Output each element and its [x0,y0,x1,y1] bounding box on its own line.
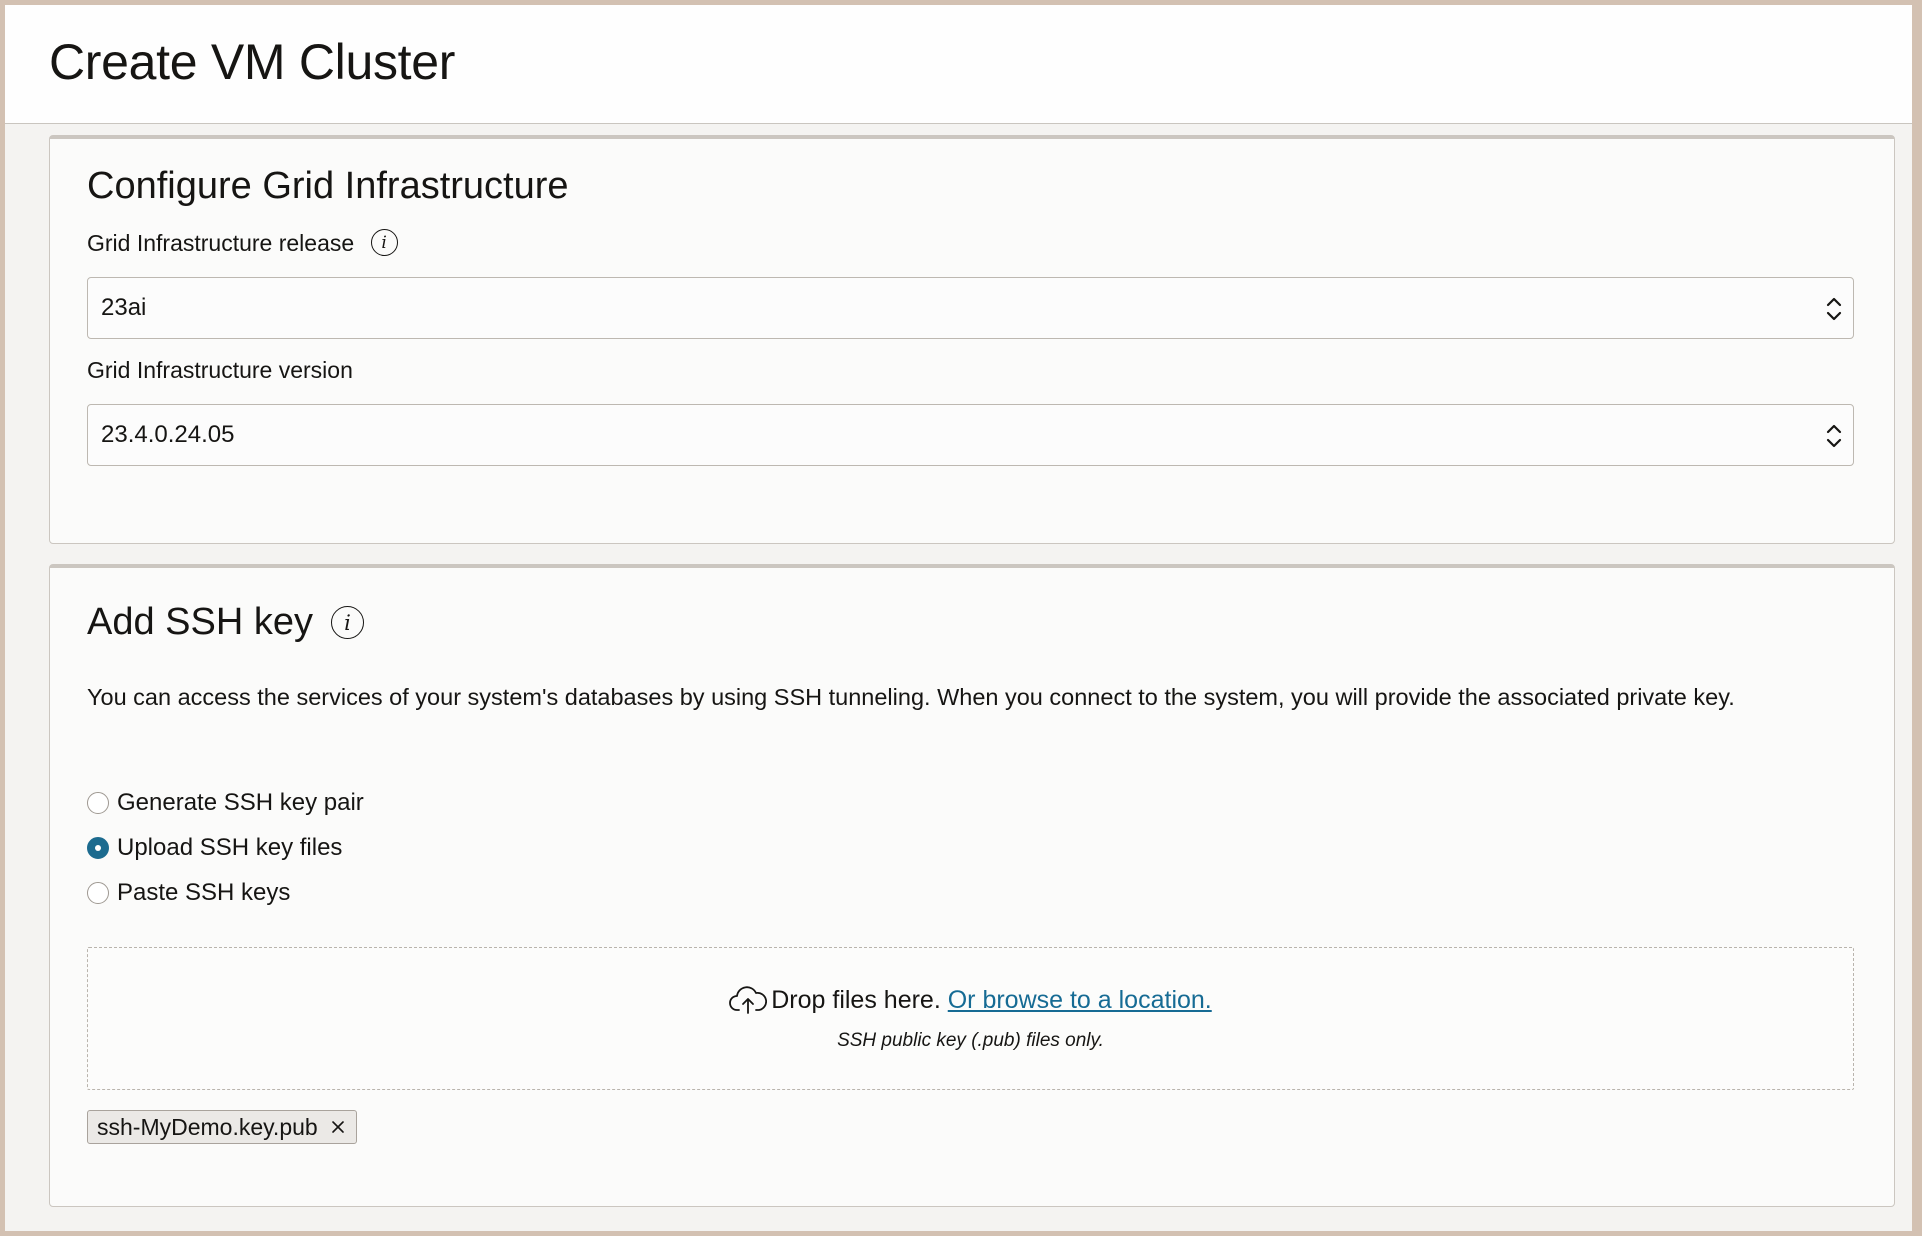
dropzone-hint: SSH public key (.pub) files only. [837,1030,1104,1051]
grid-version-label: Grid Infrastructure version [87,357,353,383]
info-icon[interactable]: i [331,606,364,639]
info-icon[interactable]: i [370,229,398,257]
radio-label: Generate SSH key pair [117,789,364,816]
radio-label: Upload SSH key files [117,834,343,861]
radio-label: Paste SSH keys [117,879,291,906]
radio-upload-ssh-key-files[interactable]: Upload SSH key files [87,834,342,862]
grid-release-label-row: Grid Infrastructure release i [87,229,398,257]
grid-infrastructure-panel: Configure Grid Infrastructure Grid Infra… [49,135,1895,544]
grid-release-select[interactable]: 23ai [87,277,1854,339]
ssh-section-header: Add SSH key i [87,601,364,644]
dialog-window: Create VM Cluster Configure Grid Infrast… [5,5,1912,1231]
grid-version-value: 23.4.0.24.05 [101,421,235,448]
dropzone-text: Drop files here. [771,986,941,1014]
cloud-upload-icon [729,986,768,1014]
radio-button[interactable] [87,792,109,814]
file-dropzone[interactable]: Drop files here. Or browse to a location… [87,947,1854,1090]
uploaded-file-name: ssh-MyDemo.key.pub [97,1113,318,1140]
radio-paste-ssh-keys[interactable]: Paste SSH keys [87,879,290,907]
radio-button[interactable] [87,882,109,904]
page-title: Create VM Cluster [49,34,456,90]
chevron-up-down-icon [1826,424,1842,448]
ssh-key-panel: Add SSH key i You can access the service… [49,564,1895,1207]
dropzone-message: Drop files here. Or browse to a location… [88,986,1853,1015]
grid-version-select[interactable]: 23.4.0.24.05 [87,404,1854,466]
page-header: Create VM Cluster [5,5,1912,124]
ssh-section-title: Add SSH key [87,601,313,643]
chevron-up-down-icon [1826,297,1842,321]
radio-generate-ssh-key-pair[interactable]: Generate SSH key pair [87,789,364,817]
grid-section-title: Configure Grid Infrastructure [87,165,569,207]
close-icon[interactable] [330,1119,346,1135]
browse-link[interactable]: Or browse to a location. [948,986,1212,1014]
ssh-description: You can access the services of your syst… [87,684,1735,710]
grid-release-value: 23ai [101,294,147,321]
uploaded-file-chip: ssh-MyDemo.key.pub [87,1110,357,1144]
grid-release-label: Grid Infrastructure release [87,230,355,256]
radio-button-selected[interactable] [87,837,109,859]
